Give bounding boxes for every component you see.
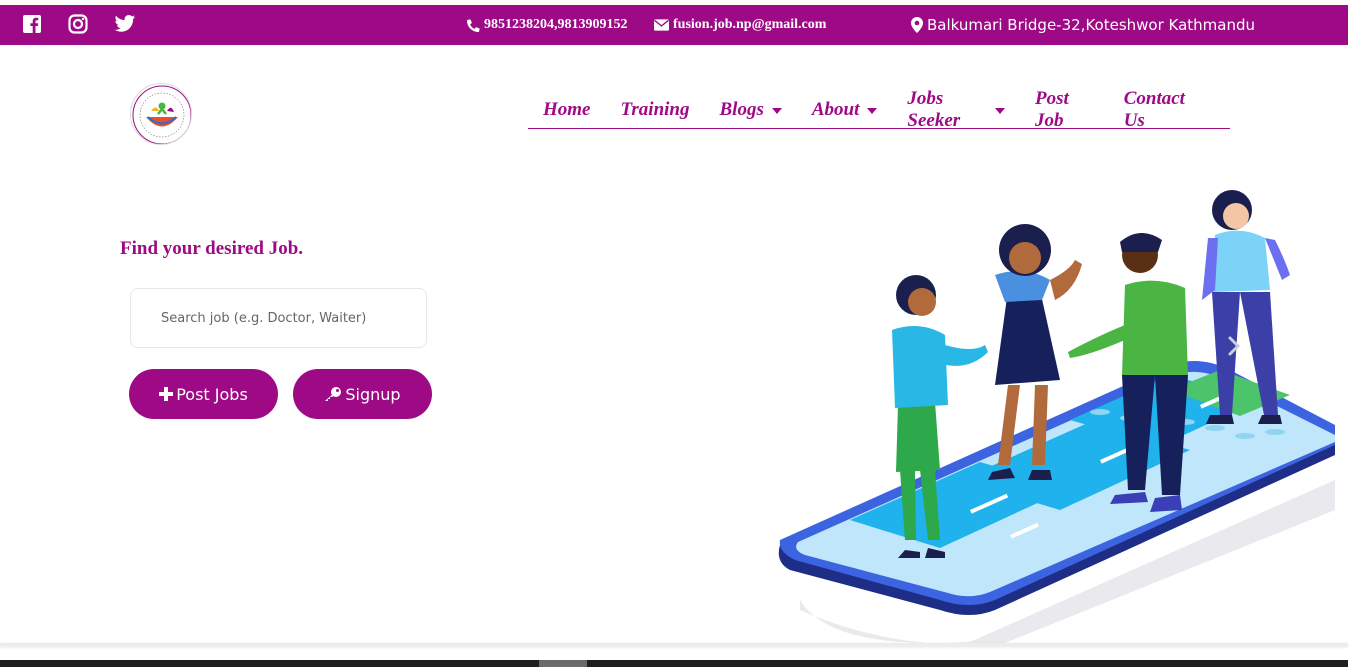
site-logo[interactable] (130, 83, 192, 145)
instagram-icon[interactable] (68, 14, 92, 36)
phone-icon (467, 18, 480, 32)
main-nav: Home Training Blogs About Jobs Seeker Po… (528, 80, 1230, 132)
key-icon (325, 387, 342, 401)
signup-label: Signup (345, 384, 401, 404)
nav-about[interactable]: About (812, 88, 878, 132)
post-jobs-label: Post Jobs (176, 384, 248, 404)
page: 9851238204,9813909152 fusion.job.np@gmai… (0, 0, 1348, 667)
address-text: Balkumari Bridge-32,Koteshwor Kathmandu (927, 16, 1256, 34)
social-links (22, 14, 138, 36)
hero-illustration (778, 190, 1335, 645)
facebook-icon[interactable] (22, 14, 46, 36)
section-divider (0, 643, 1348, 646)
hero-title: Find your desired Job. (120, 238, 304, 259)
signup-button[interactable]: Signup (293, 369, 432, 419)
nav-contact-us-label: Contact Us (1123, 88, 1185, 131)
caret-down-icon (771, 108, 782, 114)
nav-jobs-seeker-label: Jobs Seeker (907, 88, 961, 131)
nav-blogs[interactable]: Blogs (720, 88, 782, 132)
envelope-icon (654, 19, 669, 31)
nav-home[interactable]: Home (543, 88, 591, 132)
phone-number: 9851238204,9813909152 (484, 17, 628, 32)
twitter-icon[interactable] (114, 14, 138, 36)
caret-down-icon (994, 108, 1005, 114)
nav-about-label: About (811, 99, 860, 120)
email-contact[interactable]: fusion.job.np@gmail.com (654, 5, 826, 45)
nav-contact-us[interactable]: Contact Us (1124, 88, 1200, 132)
email-address: fusion.job.np@gmail.com (673, 17, 827, 32)
top-bar: 9851238204,9813909152 fusion.job.np@gmai… (0, 5, 1348, 45)
strip-indicator (539, 660, 587, 667)
nav-training-label: Training (620, 99, 690, 120)
nav-home-label: Home (543, 99, 591, 120)
nav-post-job-label: Post Job (1034, 88, 1069, 131)
next-section-strip (0, 660, 1348, 667)
nav-post-job[interactable]: Post Job (1035, 88, 1094, 132)
nav-training[interactable]: Training (621, 88, 690, 132)
job-search-input[interactable] (130, 288, 427, 348)
nav-jobs-seeker[interactable]: Jobs Seeker (907, 88, 1005, 132)
caret-down-icon (867, 108, 878, 114)
map-marker-icon (911, 17, 923, 33)
phone-contact[interactable]: 9851238204,9813909152 (467, 5, 628, 45)
carousel-next-icon[interactable] (1226, 335, 1242, 357)
post-jobs-button[interactable]: Post Jobs (129, 369, 278, 419)
nav-blogs-label: Blogs (719, 99, 764, 120)
address-contact: Balkumari Bridge-32,Koteshwor Kathmandu (911, 5, 1255, 45)
plus-icon (159, 387, 174, 401)
